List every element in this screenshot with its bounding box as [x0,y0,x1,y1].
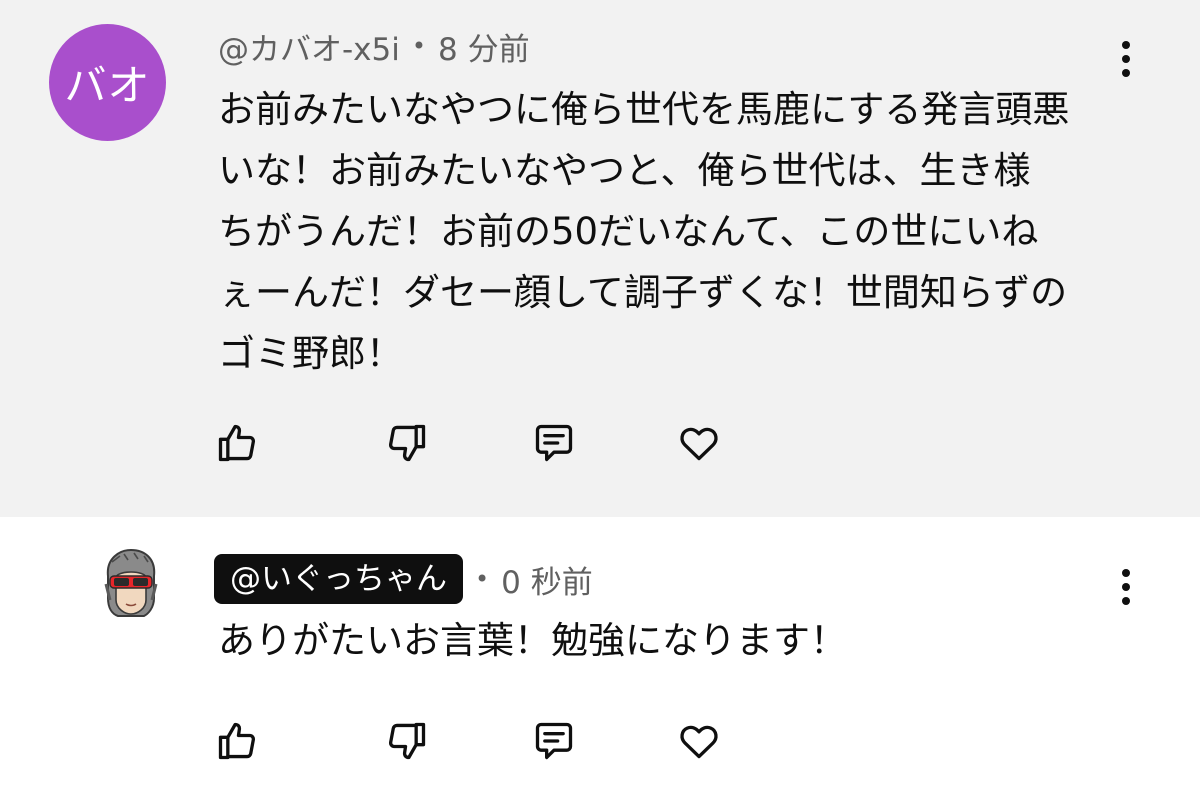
separator-dot: • [475,565,490,593]
dislike-button[interactable] [382,716,432,766]
comment-text: ありがたいお言葉！勉強になります！ [218,610,847,671]
comment-text-line: いな！お前みたいなやつと、俺ら世代は、生き様 [218,149,1031,192]
comment-header: @カバオ-x5i • 8 分前 [218,24,530,69]
more-vert-icon [1122,569,1130,577]
like-button[interactable] [212,418,262,468]
dislike-button[interactable] [382,418,432,468]
comment-author-badge[interactable]: @いぐっちゃん [214,554,463,604]
reply-button[interactable] [529,716,579,766]
thumbs-down-icon [388,424,426,462]
comment-text-line: ちがうんだ！お前の50だいなんて、この世にいね [218,210,1039,253]
thumbs-up-icon [218,424,256,462]
reply-button[interactable] [529,418,579,468]
thumbs-down-icon [388,722,426,760]
comment-text-line: ぇーんだ！ダセー顔して調子ずくな！世間知らずの [218,271,1068,314]
comment-timestamp: 0 秒前 [501,564,593,601]
heart-button[interactable] [674,716,724,766]
comment-timestamp: 8 分前 [438,31,530,68]
heart-icon [680,725,718,759]
like-button[interactable] [212,716,262,766]
comment-text-line: ゴミ野郎！ [218,332,403,375]
heart-button[interactable] [674,418,724,468]
comment-text-line: お前みたいなやつに俺ら世代を馬鹿にする発言頭悪 [218,88,1070,131]
comment-item: @いぐっちゃん • 0 秒前 ありがたいお言葉！勉強になります！ [0,517,1200,796]
thumbs-up-icon [218,722,256,760]
more-options-button[interactable] [1111,562,1141,612]
more-options-button[interactable] [1111,34,1141,84]
comment-text-line: ありがたいお言葉！勉強になります！ [218,619,847,662]
more-vert-icon [1122,41,1130,49]
reply-icon [535,722,573,760]
avatar-icon[interactable] [100,548,162,620]
reply-icon [535,424,573,462]
comment-text: お前みたいなやつに俺ら世代を馬鹿にする発言頭悪 いな！お前みたいなやつと、俺ら世… [218,79,1069,384]
separator-dot: • [411,32,427,60]
heart-icon [680,427,718,461]
comment-header: @いぐっちゃん • 0 秒前 [214,554,593,604]
avatar[interactable]: バオ [49,24,166,141]
comment-author[interactable]: @カバオ-x5i [218,24,400,69]
comment-item: バオ @カバオ-x5i • 8 分前 お前みたいなやつに俺ら世代を馬鹿にする発言… [0,0,1200,517]
